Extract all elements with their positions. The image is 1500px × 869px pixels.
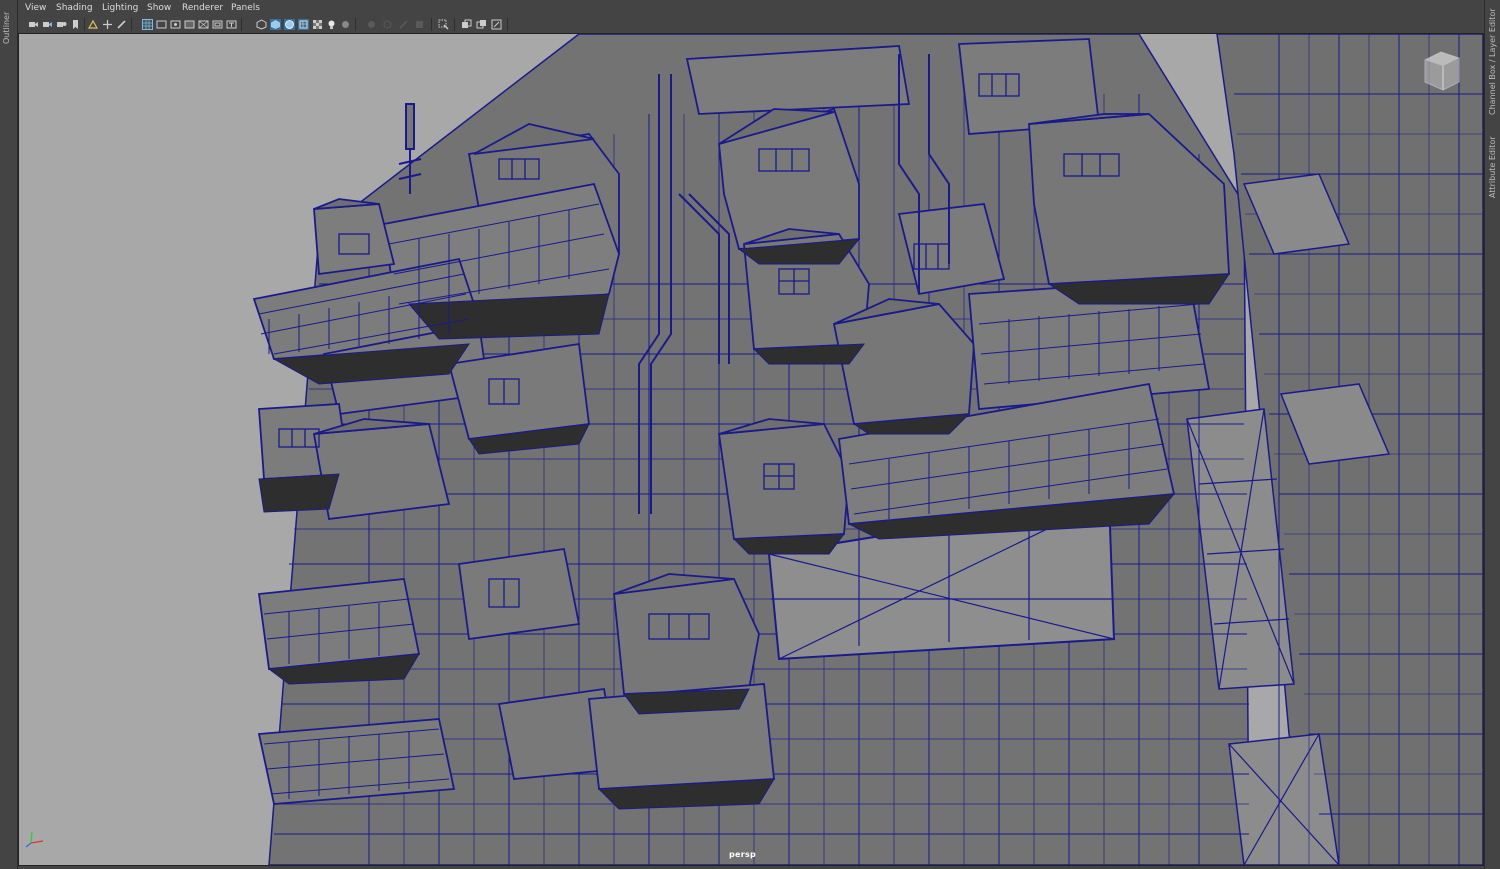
image-plane-icon[interactable] — [88, 19, 99, 30]
depth-of-field-icon[interactable] — [414, 19, 425, 30]
menu-view[interactable]: View — [25, 3, 46, 13]
bookmark-icon[interactable] — [70, 19, 81, 30]
camera-icon[interactable] — [28, 19, 39, 30]
view-cube[interactable] — [1415, 44, 1467, 96]
xray-active-icon[interactable] — [476, 19, 487, 30]
bookmark-camera-icon[interactable] — [56, 19, 67, 30]
isolate-select-icon[interactable] — [438, 19, 449, 30]
menu-panels[interactable]: Panels — [231, 3, 260, 13]
camera-attributes-icon[interactable] — [42, 19, 53, 30]
viewport-menu-bar: View Shading Lighting Show Renderer Pane… — [18, 2, 1484, 16]
scene-wireframe — [19, 34, 1483, 865]
frame-all-icon[interactable] — [491, 19, 502, 30]
resolution-gate-icon[interactable] — [170, 19, 181, 30]
safe-action-icon[interactable] — [212, 19, 223, 30]
grease-pencil-icon[interactable] — [116, 19, 127, 30]
lights-icon[interactable] — [326, 19, 337, 30]
right-panel-tabs: Channel Box / Layer Editor Attribute Edi… — [1484, 0, 1500, 869]
shadows-icon[interactable] — [340, 19, 351, 30]
smooth-shade-icon[interactable] — [270, 19, 281, 30]
menu-lighting[interactable]: Lighting — [102, 3, 138, 13]
outliner-panel-tab[interactable]: Outliner — [0, 0, 18, 869]
xray-icon[interactable] — [298, 19, 309, 30]
wireframe-on-shaded-icon[interactable] — [284, 19, 295, 30]
menu-show[interactable]: Show — [147, 3, 171, 13]
axis-gizmo — [23, 829, 49, 849]
camera-name-label: persp — [729, 850, 757, 859]
panel-toolbar — [18, 16, 1484, 33]
use-default-material-icon[interactable] — [312, 19, 323, 30]
xray-joints-icon[interactable] — [461, 19, 472, 30]
gate-mask-icon[interactable] — [184, 19, 195, 30]
attribute-editor-tab[interactable]: Attribute Editor — [1488, 136, 1497, 198]
menu-renderer[interactable]: Renderer — [182, 3, 223, 13]
menu-shading[interactable]: Shading — [56, 3, 93, 13]
outliner-tab-label[interactable]: Outliner — [2, 12, 11, 44]
film-gate-icon[interactable] — [156, 19, 167, 30]
antialias-icon[interactable] — [398, 19, 409, 30]
safe-title-icon[interactable] — [226, 19, 237, 30]
motion-blur-icon[interactable] — [382, 19, 393, 30]
grid-icon[interactable] — [142, 19, 153, 30]
2d-pan-zoom-icon[interactable] — [102, 19, 113, 30]
wireframe-icon[interactable] — [256, 19, 267, 30]
channel-box-tab[interactable]: Channel Box / Layer Editor — [1488, 8, 1497, 115]
perspective-viewport[interactable]: persp — [18, 33, 1484, 866]
field-chart-icon[interactable] — [198, 19, 209, 30]
ambient-occlusion-icon[interactable] — [366, 19, 377, 30]
